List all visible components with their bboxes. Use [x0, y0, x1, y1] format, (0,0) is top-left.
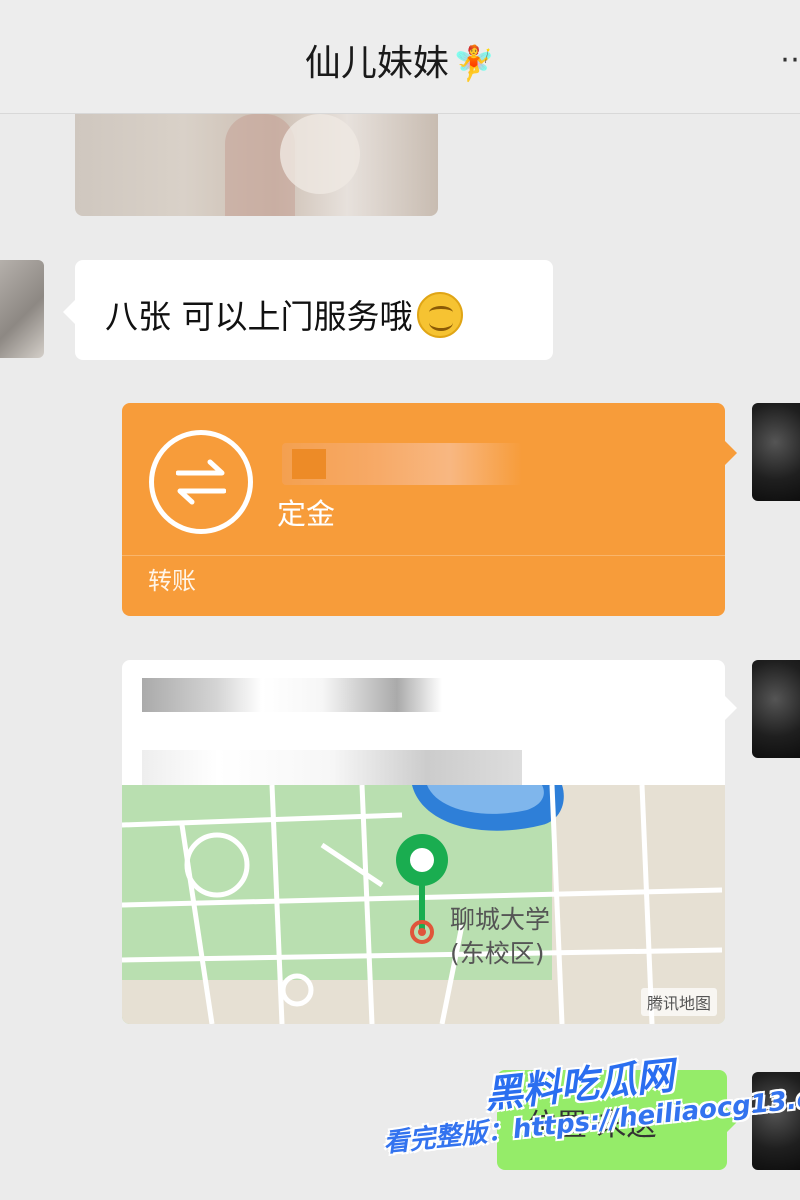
- transfer-description: 定金: [277, 497, 336, 531]
- self-avatar[interactable]: [752, 660, 800, 758]
- image-message[interactable]: [75, 114, 438, 216]
- contact-avatar[interactable]: [0, 260, 44, 358]
- chat-header: 仙儿妹妹 🧚 ⋯: [0, 0, 800, 114]
- location-card[interactable]: 聊城大学 (东校区) 腾讯地图: [122, 660, 725, 1024]
- map-preview[interactable]: 聊城大学 (东校区) 腾讯地图: [122, 785, 725, 1024]
- chat-title-text: 仙儿妹妹: [304, 43, 449, 84]
- transfer-amount-redacted: [282, 443, 522, 485]
- received-text-bubble[interactable]: 八张 可以上门服务哦: [63, 260, 553, 360]
- more-icon[interactable]: ⋯: [780, 40, 800, 80]
- photo-highlight: [280, 114, 360, 194]
- location-card-tail: [725, 696, 737, 720]
- map-provider-logo: 腾讯地图: [640, 988, 717, 1016]
- chat-title: 仙儿妹妹 🧚: [0, 34, 800, 86]
- transfer-arrows-icon: [149, 430, 253, 534]
- transfer-divider: [122, 555, 725, 556]
- map-place-name: 聊城大学: [450, 905, 551, 934]
- received-text: 八张 可以上门服务哦: [105, 290, 463, 338]
- map-place-area: (东校区): [450, 939, 545, 968]
- location-pin-icon: [396, 834, 448, 944]
- location-address-redacted: [142, 750, 522, 786]
- received-text-content: 八张 可以上门服务哦: [105, 297, 413, 336]
- smile-icon: [416, 291, 463, 338]
- map-place-label: 聊城大学 (东校区): [450, 903, 550, 971]
- fairy-emoji: 🧚: [452, 44, 496, 84]
- transfer-card[interactable]: 定金 转账: [122, 403, 737, 616]
- location-name-redacted: [142, 678, 442, 712]
- self-avatar[interactable]: [752, 403, 800, 501]
- transfer-type-label: 转账: [148, 567, 196, 595]
